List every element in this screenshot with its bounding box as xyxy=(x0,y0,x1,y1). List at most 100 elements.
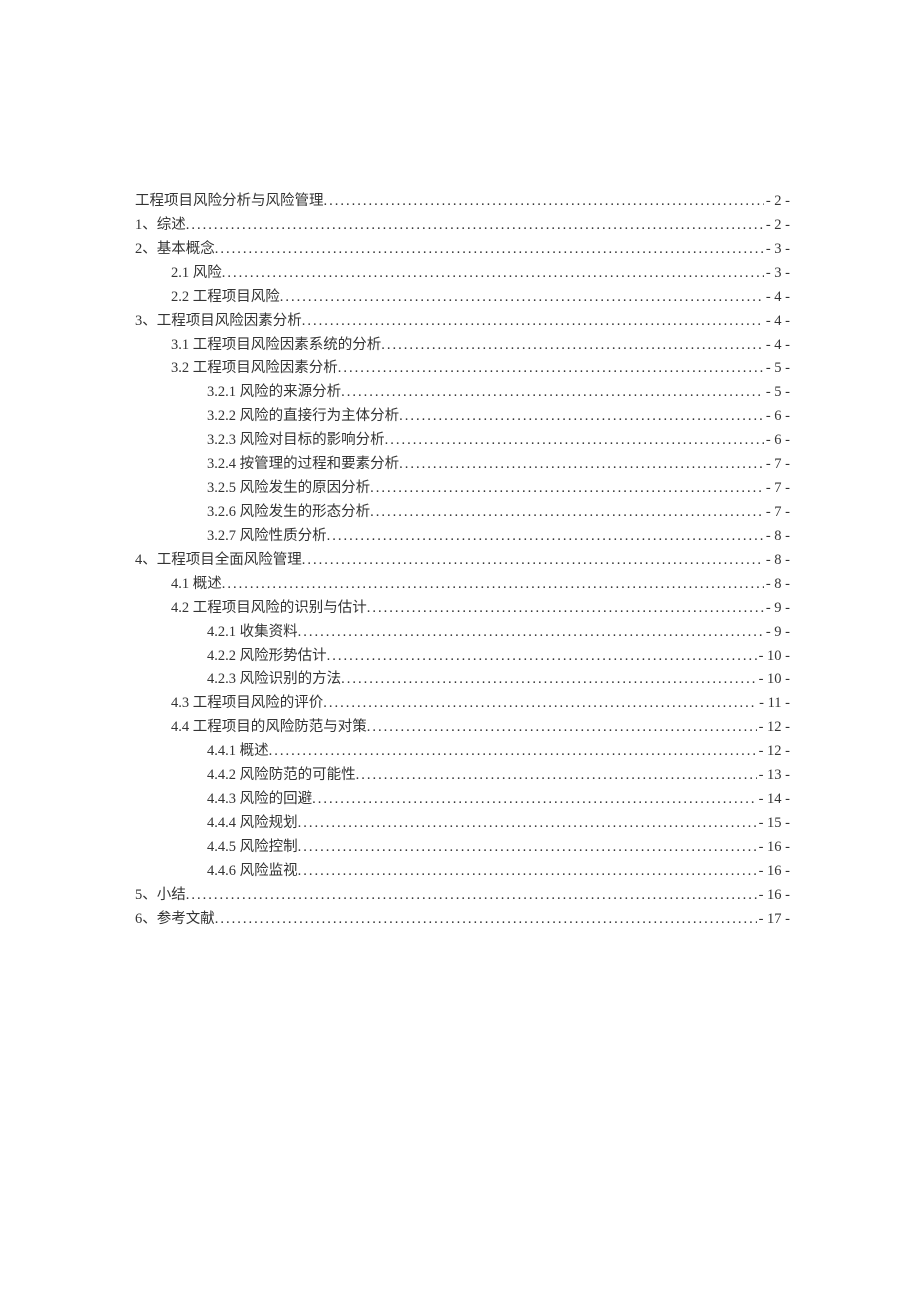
toc-entry[interactable]: 4.4 工程项目的风险防范与对策 - 12 - xyxy=(135,716,790,740)
toc-leader-dots xyxy=(381,334,764,358)
toc-leader-dots xyxy=(215,908,757,932)
toc-entry[interactable]: 4.4.1 概述 - 12 - xyxy=(135,740,790,764)
toc-entry[interactable]: 2、基本概念- 3 - xyxy=(135,238,790,262)
toc-entry-title: 2.2 工程项目风险 xyxy=(171,286,280,310)
toc-leader-dots xyxy=(298,812,757,836)
toc-entry-page: - 15 - xyxy=(757,812,790,836)
toc-entry[interactable]: 2.2 工程项目风险 - 4 - xyxy=(135,286,790,310)
toc-entry[interactable]: 3.2.2 风险的直接行为主体分析 - 6 - xyxy=(135,405,790,429)
toc-entry-title: 3、工程项目风险因素分析 xyxy=(135,310,302,334)
toc-entry-page: - 10 - xyxy=(757,668,790,692)
toc-entry-page: - 8 - xyxy=(764,573,790,597)
toc-entry[interactable]: 4.4.4 风险规划 - 15 - xyxy=(135,812,790,836)
toc-entry-title: 3.2.6 风险发生的形态分析 xyxy=(207,501,370,525)
toc-entry-title: 3.1 工程项目风险因素系统的分析 xyxy=(171,334,381,358)
toc-entry-title: 4.4.3 风险的回避 xyxy=(207,788,312,812)
toc-leader-dots xyxy=(385,429,764,453)
toc-entry-page: - 16 - xyxy=(757,884,790,908)
toc-entry-title: 4.4.5 风险控制 xyxy=(207,836,298,860)
toc-leader-dots xyxy=(341,668,756,692)
toc-leader-dots xyxy=(367,716,757,740)
toc-leader-dots xyxy=(298,860,757,884)
toc-entry-title: 4.4.4 风险规划 xyxy=(207,812,298,836)
toc-entry-page: - 9 - xyxy=(764,621,790,645)
toc-entry[interactable]: 3.2.1 风险的来源分析 - 5 - xyxy=(135,381,790,405)
toc-entry-title: 3.2.5 风险发生的原因分析 xyxy=(207,477,370,501)
toc-entry-page: - 3 - xyxy=(764,262,790,286)
toc-leader-dots xyxy=(356,764,757,788)
toc-entry[interactable]: 4、工程项目全面风险管理- 8 - xyxy=(135,549,790,573)
toc-entry[interactable]: 3.2 工程项目风险因素分析- 5 - xyxy=(135,357,790,381)
toc-leader-dots xyxy=(338,357,764,381)
toc-entry[interactable]: 1、综述- 2 - xyxy=(135,214,790,238)
toc-leader-dots xyxy=(323,692,757,716)
toc-entry-page: - 5 - xyxy=(764,381,790,405)
toc-entry-title: 4.2.1 收集资料 xyxy=(207,621,298,645)
toc-entry-page: - 16 - xyxy=(757,836,790,860)
toc-entry[interactable]: 4.4.2 风险防范的可能性- 13 - xyxy=(135,764,790,788)
toc-entry[interactable]: 工程项目风险分析与风险管理- 2 - xyxy=(135,190,790,214)
toc-entry[interactable]: 3.2.4 按管理的过程和要素分析- 7 - xyxy=(135,453,790,477)
toc-leader-dots xyxy=(370,477,764,501)
toc-entry-page: - 3 - xyxy=(764,238,790,262)
toc-entry-title: 4.2 工程项目风险的识别与估计 xyxy=(171,597,367,621)
toc-entry[interactable]: 4.4.5 风险控制 - 16 - xyxy=(135,836,790,860)
toc-entry-page: - 17 - xyxy=(757,908,790,932)
toc-entry[interactable]: 6、参考文献- 17 - xyxy=(135,908,790,932)
toc-entry-page: - 7 - xyxy=(764,501,790,525)
toc-entry-title: 4.4.1 概述 xyxy=(207,740,269,764)
table-of-contents: 工程项目风险分析与风险管理- 2 -1、综述- 2 -2、基本概念- 3 -2.… xyxy=(135,190,790,932)
toc-entry[interactable]: 4.2.2 风险形势估计 - 10 - xyxy=(135,645,790,669)
toc-entry-title: 3.2.3 风险对目标的影响分析 xyxy=(207,429,385,453)
toc-leader-dots xyxy=(222,262,764,286)
toc-leader-dots xyxy=(302,549,764,573)
toc-entry-page: - 10 - xyxy=(757,645,790,669)
toc-entry-title: 3.2.7 风险性质分析 xyxy=(207,525,327,549)
toc-entry[interactable]: 4.4.6 风险监视- 16 - xyxy=(135,860,790,884)
toc-entry[interactable]: 4.2.1 收集资料 - 9 - xyxy=(135,621,790,645)
toc-leader-dots xyxy=(302,310,764,334)
toc-entry-page: - 4 - xyxy=(764,310,790,334)
toc-entry[interactable]: 2.1 风险 - 3 - xyxy=(135,262,790,286)
toc-entry[interactable]: 4.2 工程项目风险的识别与估计 - 9 - xyxy=(135,597,790,621)
toc-entry-page: - 4 - xyxy=(764,286,790,310)
toc-entry-page: - 12 - xyxy=(757,740,790,764)
toc-entry[interactable]: 3.2.5 风险发生的原因分析- 7 - xyxy=(135,477,790,501)
toc-entry-page: - 2 - xyxy=(764,214,790,238)
toc-entry-title: 3.2.1 风险的来源分析 xyxy=(207,381,341,405)
toc-entry[interactable]: 3、工程项目风险因素分析 - 4 - xyxy=(135,310,790,334)
toc-entry-page: - 6 - xyxy=(764,405,790,429)
toc-leader-dots xyxy=(186,214,764,238)
toc-entry[interactable]: 3.2.6 风险发生的形态分析 - 7 - xyxy=(135,501,790,525)
toc-entry-title: 3.2 工程项目风险因素分析 xyxy=(171,357,338,381)
toc-entry[interactable]: 3.1 工程项目风险因素系统的分析- 4 - xyxy=(135,334,790,358)
toc-entry-title: 4.2.2 风险形势估计 xyxy=(207,645,327,669)
toc-entry[interactable]: 3.2.3 风险对目标的影响分析- 6 - xyxy=(135,429,790,453)
toc-entry-title: 4.1 概述 xyxy=(171,573,222,597)
toc-entry-page: - 9 - xyxy=(764,597,790,621)
toc-leader-dots xyxy=(280,286,764,310)
toc-entry[interactable]: 4.4.3 风险的回避- 14 - xyxy=(135,788,790,812)
toc-entry[interactable]: 4.1 概述 - 8 - xyxy=(135,573,790,597)
toc-leader-dots xyxy=(269,740,757,764)
toc-entry-title: 4.4 工程项目的风险防范与对策 xyxy=(171,716,367,740)
toc-entry-page: - 16 - xyxy=(757,860,790,884)
toc-leader-dots xyxy=(324,190,764,214)
toc-leader-dots xyxy=(327,645,757,669)
toc-leader-dots xyxy=(399,405,764,429)
toc-entry-title: 3.2.2 风险的直接行为主体分析 xyxy=(207,405,399,429)
toc-entry-title: 4.2.3 风险识别的方法 xyxy=(207,668,341,692)
toc-entry-title: 2.1 风险 xyxy=(171,262,222,286)
toc-entry-title: 3.2.4 按管理的过程和要素分析 xyxy=(207,453,399,477)
toc-entry-page: - 11 - xyxy=(757,692,790,716)
toc-entry-title: 5、小结 xyxy=(135,884,186,908)
toc-entry[interactable]: 3.2.7 风险性质分析- 8 - xyxy=(135,525,790,549)
toc-entry-title: 4.3 工程项目风险的评价 xyxy=(171,692,323,716)
toc-entry[interactable]: 4.3 工程项目风险的评价 - 11 - xyxy=(135,692,790,716)
toc-entry[interactable]: 4.2.3 风险识别的方法 - 10 - xyxy=(135,668,790,692)
toc-entry-page: - 2 - xyxy=(764,190,790,214)
toc-entry-page: - 12 - xyxy=(757,716,790,740)
toc-entry[interactable]: 5、小结 - 16 - xyxy=(135,884,790,908)
toc-entry-title: 4.4.2 风险防范的可能性 xyxy=(207,764,356,788)
toc-leader-dots xyxy=(312,788,756,812)
